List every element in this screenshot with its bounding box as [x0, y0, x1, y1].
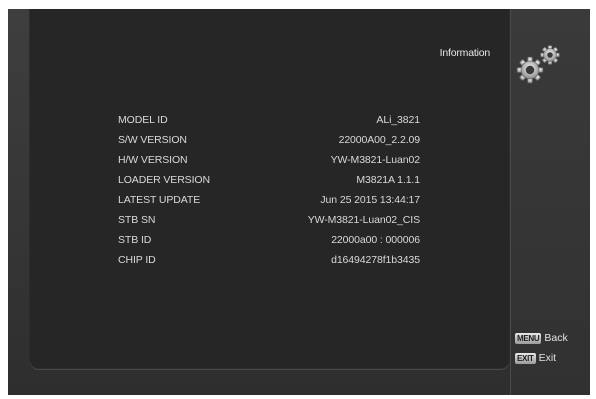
info-label: S/W VERSION: [118, 134, 187, 146]
exit-key-icon: EXIT: [515, 352, 536, 364]
info-label: H/W VERSION: [118, 154, 188, 166]
info-label: MODEL ID: [118, 114, 168, 126]
info-row-stb-sn: STB SN YW-M3821-Luan02_CIS: [118, 212, 420, 232]
info-value: M3821A 1.1.1: [356, 174, 420, 186]
menu-title: Information: [439, 47, 491, 59]
gears-icon: [516, 45, 560, 84]
info-row-chip-id: CHIP ID d16494278f1b3435: [118, 252, 420, 272]
menu-key-icon: MENU: [515, 332, 542, 344]
info-value: Jun 25 2015 13:44:17: [320, 194, 420, 206]
info-value: 22000a00 : 000006: [331, 234, 420, 246]
back-hint[interactable]: MENU Back: [515, 331, 568, 345]
exit-label: Exit: [538, 352, 557, 364]
info-row-latest-update: LATEST UPDATE Jun 25 2015 13:44:17: [118, 192, 420, 212]
info-row-stb-id: STB ID 22000a00 : 000006: [118, 232, 420, 252]
info-label: STB SN: [118, 214, 156, 226]
info-row-model-id: MODEL ID ALi_3821: [118, 112, 420, 132]
info-label: LOADER VERSION: [118, 174, 210, 186]
info-table: MODEL ID ALi_3821 S/W VERSION 22000A00_2…: [118, 112, 420, 272]
info-label: CHIP ID: [118, 254, 156, 266]
info-label: STB ID: [118, 234, 152, 246]
info-value: YW-M3821-Luan02: [330, 154, 420, 166]
info-label: LATEST UPDATE: [118, 194, 201, 206]
info-row-loader-version: LOADER VERSION M3821A 1.1.1: [118, 172, 420, 192]
back-label: Back: [544, 332, 568, 344]
info-value: YW-M3821-Luan02_CIS: [307, 214, 420, 226]
info-row-sw-version: S/W VERSION 22000A00_2.2.09: [118, 132, 420, 152]
info-value: ALi_3821: [376, 114, 420, 126]
info-value: d16494278f1b3435: [331, 254, 420, 266]
info-value: 22000A00_2.2.09: [338, 134, 421, 146]
menu-pointer-arrow: [499, 51, 509, 73]
info-row-hw-version: H/W VERSION YW-M3821-Luan02: [118, 152, 420, 172]
exit-hint[interactable]: EXIT Exit: [515, 351, 556, 365]
